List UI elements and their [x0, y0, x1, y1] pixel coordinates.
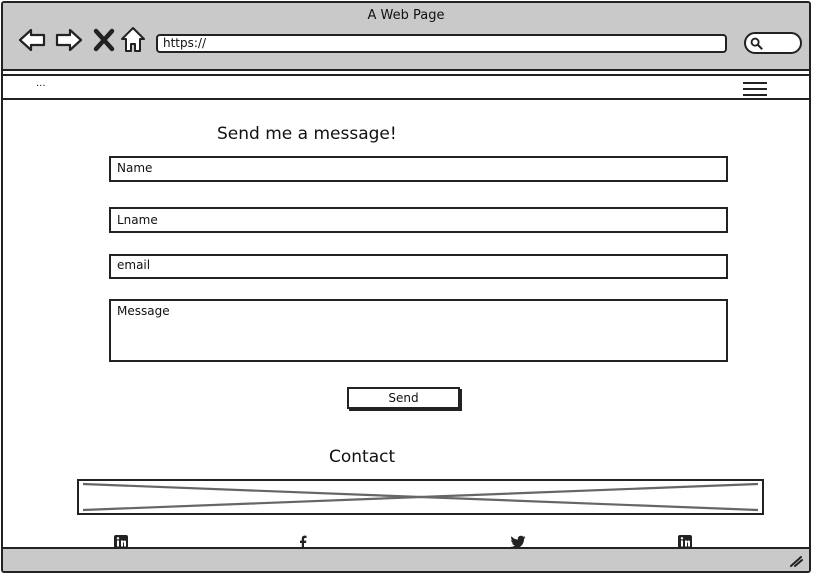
send-button[interactable]: Send — [347, 387, 460, 409]
hamburger-menu-icon[interactable] — [743, 79, 767, 99]
form-title: Send me a message! — [217, 124, 397, 144]
message-textarea[interactable]: Message — [109, 299, 728, 362]
back-arrow-icon[interactable] — [17, 25, 47, 55]
email-field[interactable]: email — [109, 254, 728, 279]
name-field[interactable]: Name — [109, 156, 728, 182]
browser-search-button[interactable] — [744, 32, 802, 54]
email-placeholder: email — [117, 258, 151, 272]
message-placeholder: Message — [117, 304, 170, 318]
browser-chrome: A Web Page https:// — [3, 3, 809, 71]
url-text: https:// — [163, 36, 207, 50]
home-icon[interactable] — [119, 25, 147, 55]
forward-arrow-icon[interactable] — [54, 25, 84, 55]
search-icon — [750, 37, 763, 50]
contact-title: Contact — [329, 447, 396, 467]
image-placeholder — [77, 479, 764, 515]
close-icon[interactable] — [91, 25, 117, 55]
lname-placeholder: Lname — [117, 213, 158, 227]
nav-menu-text: ... — [36, 78, 46, 89]
resize-grip-icon[interactable] — [789, 555, 803, 567]
window-title: A Web Page — [367, 8, 445, 23]
name-placeholder: Name — [117, 161, 153, 175]
status-bar — [3, 547, 809, 571]
site-navbar: ... — [3, 74, 809, 100]
lname-field[interactable]: Lname — [109, 207, 728, 233]
url-input[interactable]: https:// — [156, 34, 727, 53]
browser-window: A Web Page https:// ... Send me a messag… — [1, 1, 811, 573]
